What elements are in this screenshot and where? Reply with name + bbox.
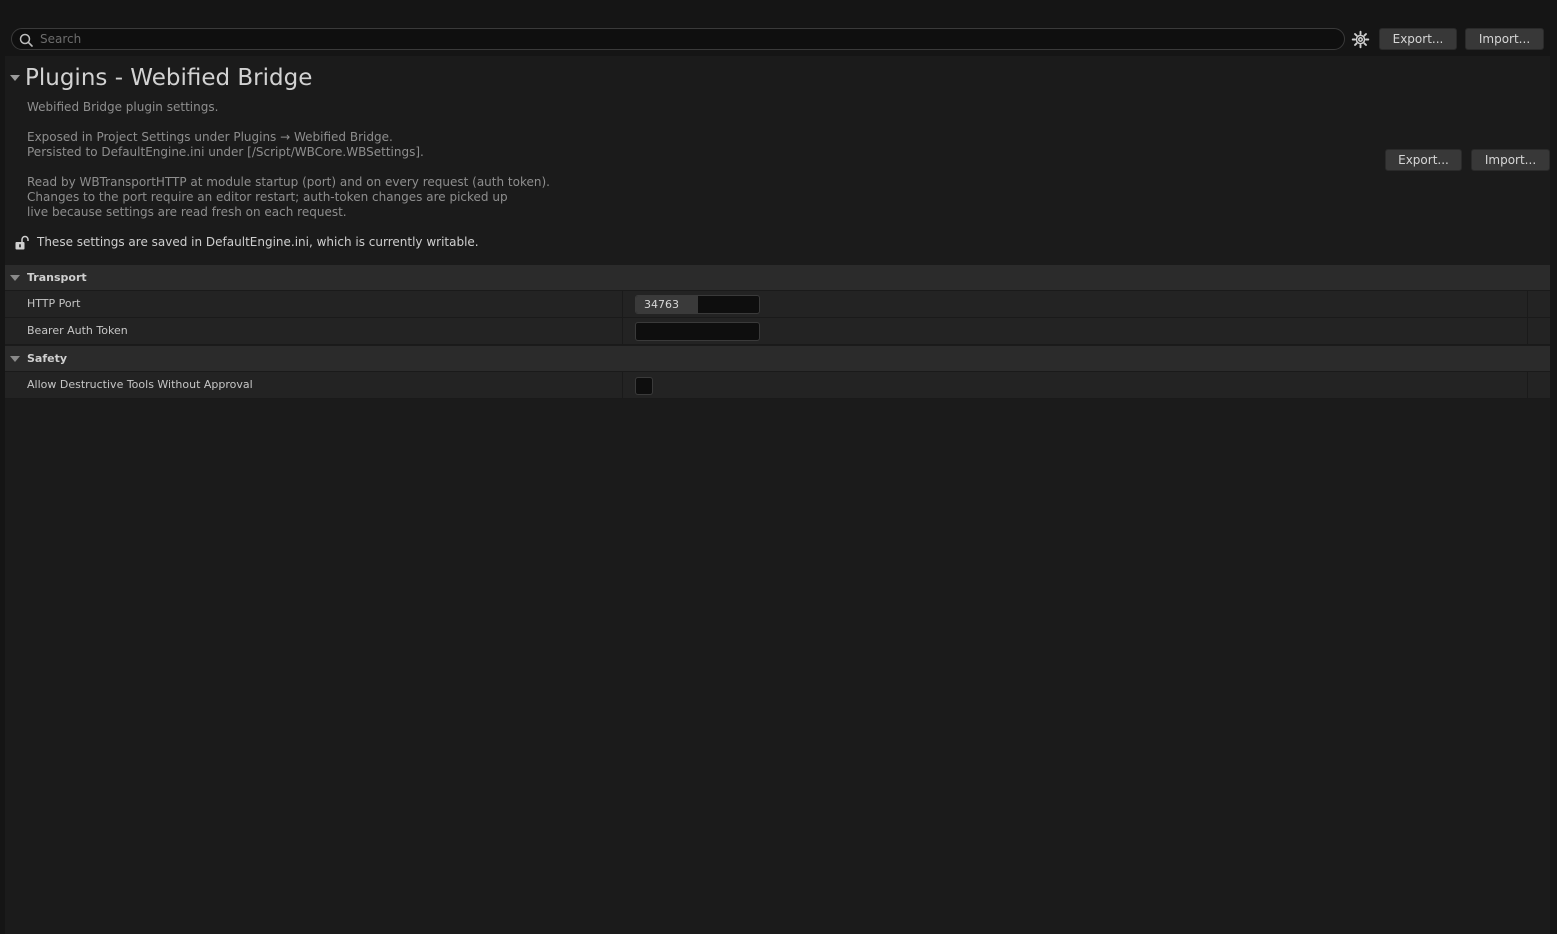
http-port-spinbox[interactable]: 34763 — [635, 295, 760, 314]
search-icon — [19, 33, 33, 47]
gear-icon[interactable] — [1351, 30, 1370, 49]
category-transport[interactable]: Transport — [5, 265, 1550, 291]
category-safety[interactable]: Safety — [5, 346, 1550, 372]
description-line: Webified Bridge plugin settings. — [27, 100, 219, 114]
description-line: live because settings are read fresh on … — [27, 205, 347, 219]
property-name: Allow Destructive Tools Without Approval — [27, 378, 253, 391]
export-button[interactable]: Export... — [1379, 28, 1457, 50]
unlocked-padlock-icon — [15, 235, 29, 250]
property-row-allow-destructive-tools: Allow Destructive Tools Without Approval — [5, 372, 1550, 399]
save-notice: These settings are saved in DefaultEngin… — [13, 234, 713, 252]
search-box[interactable] — [11, 28, 1345, 50]
bearer-auth-token-input[interactable] — [636, 323, 759, 340]
description-line: Persisted to DefaultEngine.ini under [/S… — [27, 145, 424, 159]
triangle-down-icon[interactable] — [10, 275, 20, 281]
section-header[interactable]: Plugins - Webified Bridge — [5, 64, 605, 94]
category-label: Transport — [27, 271, 87, 284]
top-toolbar: Export... Import... — [0, 0, 1557, 56]
column-divider — [1527, 291, 1528, 318]
triangle-down-icon[interactable] — [10, 356, 20, 362]
save-notice-text: These settings are saved in DefaultEngin… — [37, 235, 479, 249]
column-divider[interactable] — [622, 318, 623, 345]
collapse-arrow-icon[interactable] — [10, 75, 20, 81]
bearer-auth-token-field[interactable] — [635, 322, 760, 341]
description-line: Changes to the port require an editor re… — [27, 190, 508, 204]
property-row-bearer-auth-token: Bearer Auth Token — [5, 318, 1550, 345]
section-export-button[interactable]: Export... — [1385, 149, 1462, 171]
property-row-http-port: HTTP Port 34763 — [5, 291, 1550, 318]
property-name: Bearer Auth Token — [27, 324, 128, 337]
http-port-value: 34763 — [644, 298, 679, 311]
page-title: Plugins - Webified Bridge — [25, 65, 313, 91]
description-line: Exposed in Project Settings under Plugin… — [27, 130, 393, 144]
search-input[interactable] — [38, 29, 1328, 49]
column-divider — [1527, 318, 1528, 345]
import-button[interactable]: Import... — [1465, 28, 1544, 50]
settings-panel: Plugins - Webified Bridge Webified Bridg… — [5, 56, 1550, 934]
description-line: Read by WBTransportHTTP at module startu… — [27, 175, 550, 189]
column-divider — [1527, 372, 1528, 399]
property-name: HTTP Port — [27, 297, 81, 310]
category-label: Safety — [27, 352, 68, 365]
column-divider[interactable] — [622, 291, 623, 318]
section-import-button[interactable]: Import... — [1471, 149, 1550, 171]
allow-destructive-tools-checkbox[interactable] — [635, 377, 653, 395]
column-divider[interactable] — [622, 372, 623, 399]
